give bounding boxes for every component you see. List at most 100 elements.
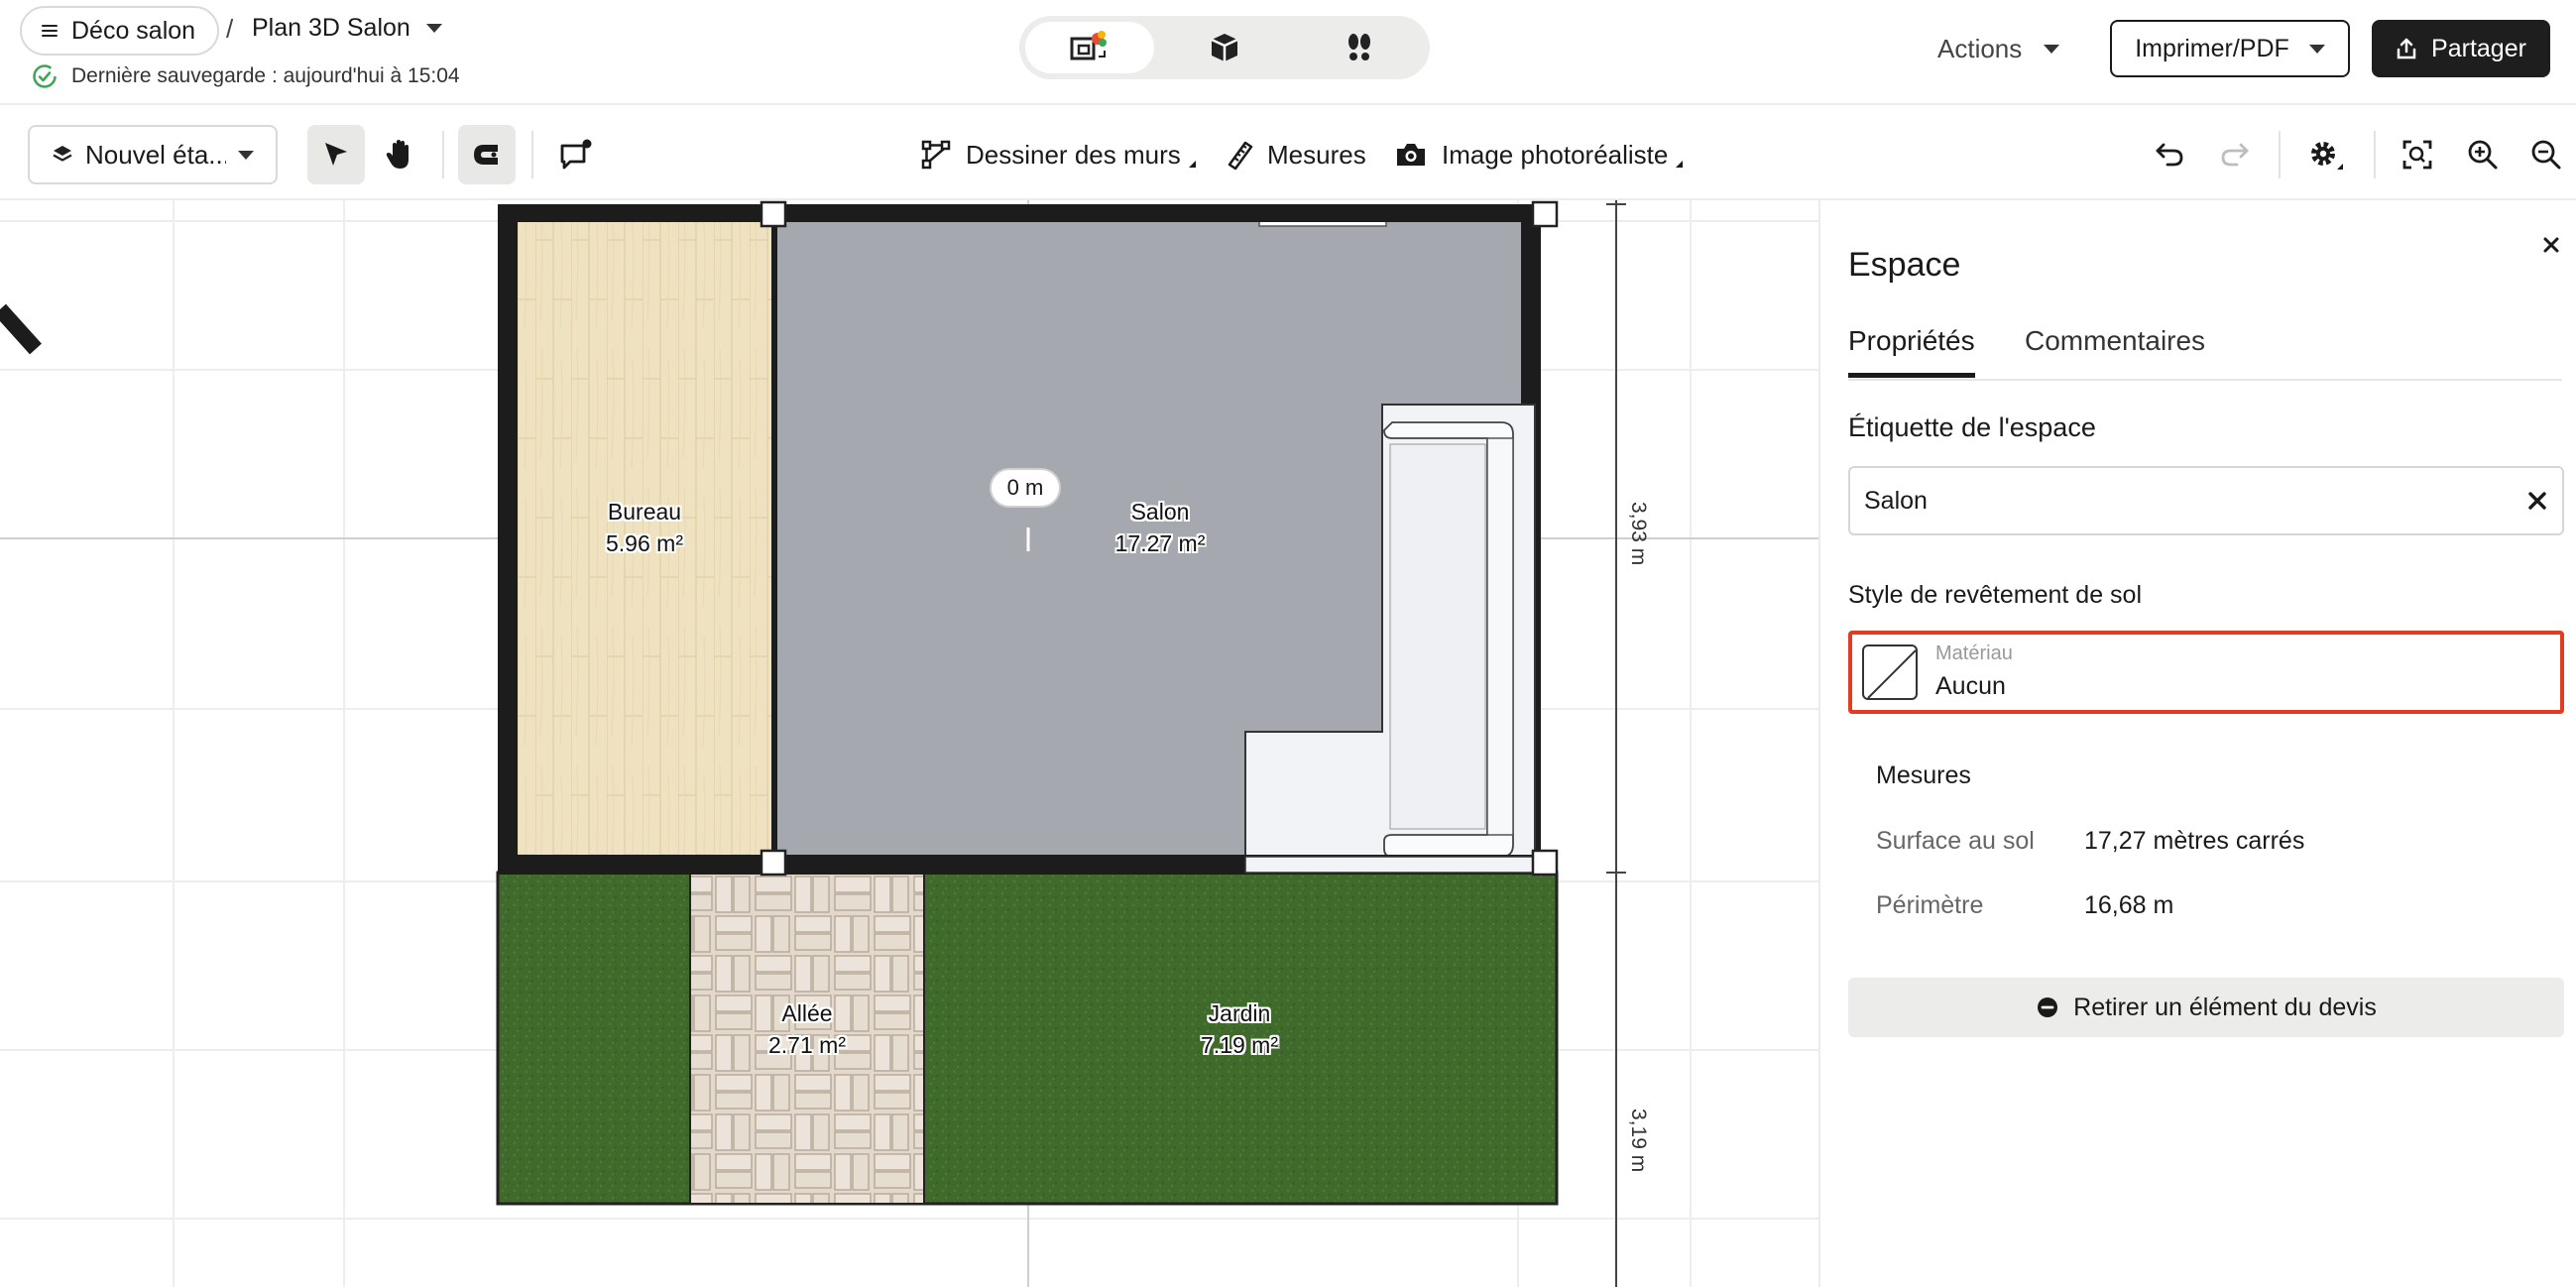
select-tool-button[interactable] [307,125,365,184]
share-button[interactable]: Partager [2372,20,2550,77]
room-name: Salon [1130,499,1190,525]
view-walkthrough-button[interactable] [1295,22,1424,73]
selection-handle [760,200,787,228]
selection-handle [1531,849,1559,877]
redo-icon [2221,143,2249,167]
tab-comments[interactable]: Commentaires [2025,325,2205,373]
properties-panel: Espace Propriétés Commentaires Étiquette… [1818,200,2576,1287]
undo-button[interactable] [2142,125,2197,184]
remove-from-quote-label: Retirer un élément du devis [2073,993,2377,1021]
plan-name-dropdown[interactable]: Plan 3D Salon [252,14,442,43]
layers-icon [53,146,72,162]
selection-handle [760,849,787,877]
zoom-out-button[interactable] [2518,125,2574,184]
actions-dropdown[interactable]: Actions [1914,20,2083,77]
project-name: Déco salon [71,16,196,45]
measures-heading: Mesures [1876,761,1971,789]
cursor-arrow-icon [325,143,347,166]
menu-icon [42,24,58,38]
print-pdf-label: Imprimer/PDF [2135,34,2289,62]
walkthrough-icon [1348,34,1370,60]
draw-walls-label: Dessiner des murs [966,139,1181,170]
annotation-tool-button[interactable] [547,125,605,184]
check-circle-icon [33,64,57,88]
chevron-down-icon [425,24,442,33]
close-icon [2543,237,2559,253]
pan-tool-button[interactable] [371,125,428,184]
dimension-label-top: 3,93 m [1627,502,1650,566]
room-name: Allée [781,1000,833,1026]
floor-material-selector[interactable]: Matériau Aucun [1848,631,2564,714]
perimeter-value: 16,68 m [2084,891,2174,919]
project-menu-button[interactable]: Déco salon [20,6,220,56]
redo-button[interactable] [2207,125,2263,184]
photoreal-image-label: Image photoréaliste [1442,139,1669,170]
draw-walls-button[interactable]: Dessiner des murs [920,125,1196,184]
level-label: Nouvel éta... [85,139,226,170]
zoom-out-icon [2531,140,2561,170]
toolbar-divider [442,131,444,178]
material-swatch [1862,644,1918,700]
view-3d-icon [1211,34,1238,61]
magnet-snap-icon [474,145,498,165]
fit-screen-icon [2402,140,2432,170]
undo-icon [2156,143,2183,167]
material-value: Aucun [1935,672,2006,700]
floor-area-label: Surface au sol [1876,827,2035,855]
comment-add-icon [560,139,592,170]
view-mode-toggle [1019,16,1430,79]
actions-label: Actions [1937,33,2023,63]
measures-button[interactable]: Mesures [1226,125,1366,184]
photoreal-image-button[interactable]: Image photoréaliste [1394,125,1684,184]
room-label-allee[interactable]: Allée 2.71 m² [718,997,896,1061]
panel-title: Espace [1848,246,1961,284]
space-label-value: Salon [1864,486,1928,515]
toolbar-divider [531,131,533,178]
dimension-label-bottom: 3,19 m [1627,1109,1650,1173]
room-label-salon[interactable]: Salon 17.27 m² [1071,496,1249,559]
floor-plan-drawing [496,200,1626,1287]
chevron-down-icon [2044,44,2060,54]
hand-icon [386,140,409,169]
measures-label: Mesures [1267,139,1366,170]
room-area: 17.27 m² [1114,530,1206,556]
draw-walls-icon [921,140,951,170]
tab-properties[interactable]: Propriétés [1848,325,1975,378]
garden-area [496,871,1559,1206]
share-label: Partager [2431,34,2526,62]
print-pdf-button[interactable]: Imprimer/PDF [2110,20,2350,77]
save-status: Dernière sauvegarde : aujourd'hui à 15:0… [32,63,460,89]
clear-icon[interactable] [2526,490,2548,512]
settings-button[interactable] [2298,125,2354,184]
plan-name: Plan 3D Salon [252,14,410,42]
snap-tool-button[interactable] [458,125,516,184]
gear-icon [2311,142,2343,170]
chevron-down-icon [238,150,254,160]
room-label-jardin[interactable]: Jardin 7.19 m² [1150,997,1329,1061]
room-name: Jardin [1208,1000,1271,1026]
room-label-bureau[interactable]: Bureau 5.96 m² [555,496,734,559]
remove-from-quote-button[interactable]: Retirer un élément du devis [1848,978,2564,1037]
zoom-in-button[interactable] [2455,125,2511,184]
toolbar-divider [2279,131,2281,178]
level-select[interactable]: Nouvel éta... [28,125,278,184]
share-icon [2397,38,2416,59]
perimeter-label: Périmètre [1876,891,1984,919]
toolbar: Nouvel éta... Dessiner des murs Mesures … [0,105,2576,200]
view-2d-button[interactable] [1025,22,1154,73]
top-bar: Déco salon / Plan 3D Salon Dernière sauv… [0,0,2576,105]
space-label-input[interactable]: Salon [1848,466,2564,535]
minus-circle-icon [2038,997,2058,1017]
room-area: 7.19 m² [1201,1032,1278,1058]
breadcrumb-separator: / [226,14,234,44]
fit-to-screen-button[interactable] [2390,125,2445,184]
room-area: 5.96 m² [606,530,683,556]
floor-plan-canvas[interactable]: Bureau 5.96 m² Salon 17.27 m² Allée 2.71… [0,200,1818,1287]
view-3d-button[interactable] [1160,22,1289,73]
save-status-text: Dernière sauvegarde : aujourd'hui à 15:0… [71,64,460,87]
panel-tabs: Propriétés Commentaires [1848,319,2562,381]
ruler-icon [1228,141,1253,171]
close-panel-button[interactable] [2536,230,2566,260]
zoom-in-icon [2468,140,2498,170]
camera-icon [1397,144,1425,166]
